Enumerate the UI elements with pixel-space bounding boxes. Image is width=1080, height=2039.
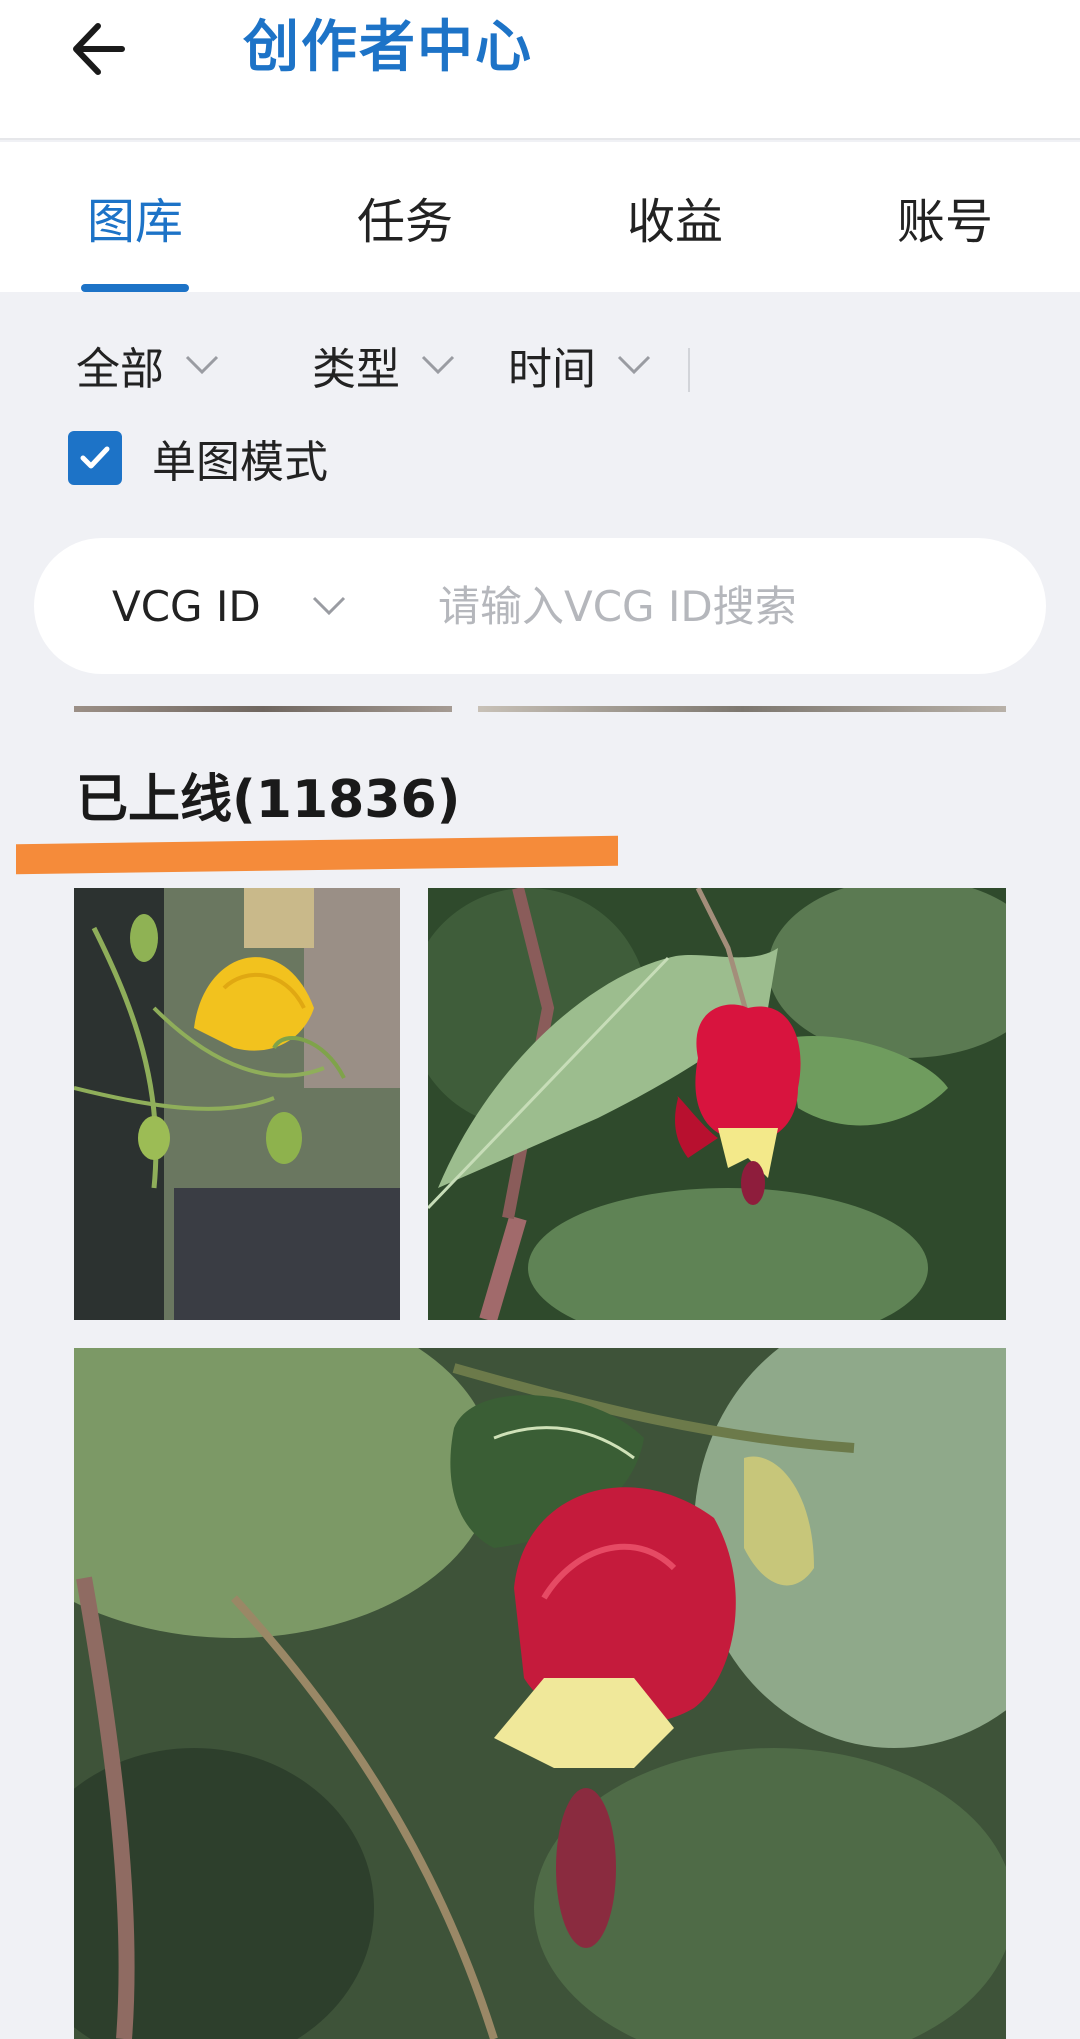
tab-gallery[interactable]: 图库 <box>45 142 225 292</box>
app-header: 创作者中心 <box>0 0 1080 140</box>
filter-all-dropdown[interactable]: 全部 <box>76 320 220 410</box>
filter-bar: 全部 类型 时间 <box>0 320 1080 410</box>
thumbnail-partial[interactable] <box>74 706 452 712</box>
chevron-down-icon <box>420 354 456 376</box>
filter-all-label: 全部 <box>76 344 164 395</box>
filter-time-dropdown[interactable]: 时间 <box>508 320 652 410</box>
gallery-photo[interactable] <box>74 1348 1006 2039</box>
chevron-down-icon <box>616 354 652 376</box>
filter-divider <box>688 348 690 392</box>
tab-account[interactable]: 账号 <box>855 142 1035 292</box>
filter-type-dropdown[interactable]: 类型 <box>312 320 456 410</box>
red-flower-photo <box>428 888 1006 1320</box>
page-title: 创作者中心 <box>243 15 533 80</box>
single-mode-label: 单图模式 <box>152 437 328 488</box>
chevron-down-icon <box>311 595 347 617</box>
search-input[interactable] <box>436 572 1016 640</box>
active-tab-indicator <box>81 284 189 292</box>
search-type-dropdown[interactable]: VCG ID <box>112 538 347 674</box>
gallery-photo[interactable] <box>428 888 1006 1320</box>
red-flower-closeup-photo <box>74 1348 1006 2039</box>
gallery-photo[interactable] <box>74 888 400 1320</box>
section-title: 已上线(11836) <box>76 770 461 830</box>
single-mode-checkbox[interactable] <box>68 431 122 485</box>
back-button[interactable] <box>60 12 134 86</box>
arrow-left-icon <box>73 23 125 75</box>
search-bar: VCG ID <box>34 538 1046 674</box>
chevron-down-icon <box>184 354 220 376</box>
tab-tasks[interactable]: 任务 <box>315 142 495 292</box>
tab-bar: 图库 任务 收益 账号 <box>0 142 1080 292</box>
yellow-flower-photo <box>74 888 400 1320</box>
highlight-underline <box>16 835 618 875</box>
filter-time-label: 时间 <box>508 344 596 395</box>
thumbnail-partial[interactable] <box>478 706 1006 712</box>
search-type-label: VCG ID <box>112 581 261 631</box>
checkmark-icon <box>80 446 110 469</box>
filter-type-label: 类型 <box>312 344 400 395</box>
single-mode-toggle[interactable]: 单图模式 <box>68 428 328 488</box>
tab-earnings[interactable]: 收益 <box>585 142 765 292</box>
